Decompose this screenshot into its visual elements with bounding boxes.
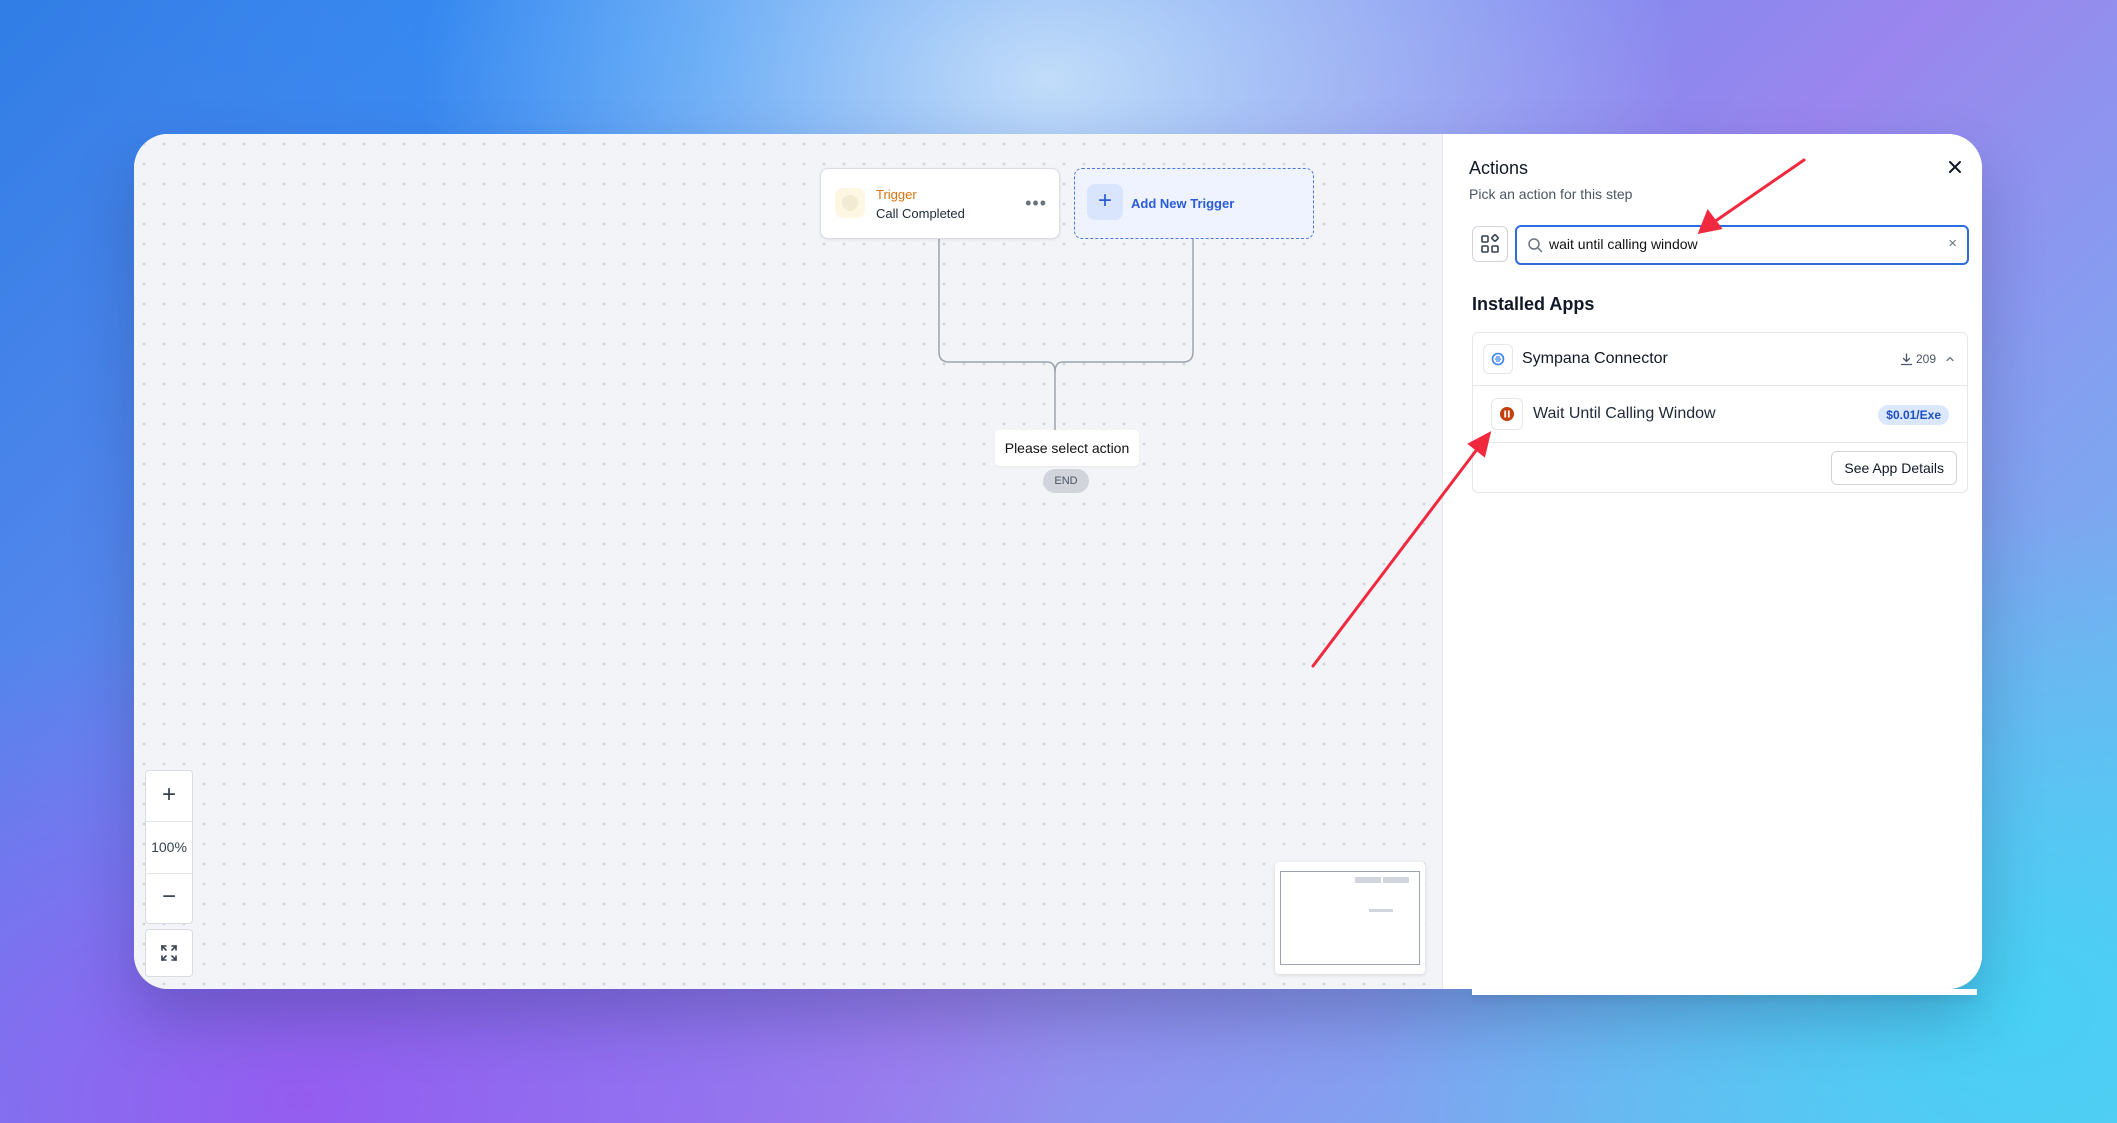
plus-icon: + — [161, 781, 176, 808]
action-name: Wait Until Calling Window — [1533, 405, 1716, 422]
search-icon — [1528, 238, 1543, 253]
minus-icon: − — [161, 883, 176, 910]
add-new-trigger-button[interactable]: + Add New Trigger — [1074, 168, 1314, 239]
trigger-event: Call Completed — [876, 206, 965, 221]
category-grid-button[interactable] — [1472, 226, 1508, 262]
workflow-canvas[interactable]: Trigger Call Completed ••• + Add New Tri… — [134, 134, 1443, 989]
minimap[interactable] — [1275, 862, 1425, 974]
minimap-viewport[interactable] — [1280, 871, 1420, 965]
zoom-in-button[interactable]: + — [146, 771, 192, 822]
search-input[interactable] — [1549, 227, 1929, 261]
action-item[interactable]: Wait Until Calling Window $0.01/Exe — [1473, 386, 1967, 443]
workflow-builder-window: Trigger Call Completed ••• + Add New Tri… — [134, 134, 1982, 989]
expand-icon — [161, 945, 177, 961]
action-icon — [1491, 398, 1523, 430]
price-badge: $0.01/Exe — [1878, 405, 1949, 425]
grid-icon — [1481, 234, 1499, 253]
close-icon[interactable] — [1944, 156, 1966, 178]
app-group-header[interactable]: Sympana Connector 209 — [1473, 333, 1967, 386]
see-app-details-button[interactable]: See App Details — [1831, 451, 1957, 485]
installed-apps-heading: Installed Apps — [1472, 294, 1595, 314]
trigger-node[interactable]: Trigger Call Completed ••• — [820, 168, 1060, 239]
end-badge: END — [1043, 469, 1089, 493]
panel-subtitle: Pick an action for this step — [1469, 186, 1633, 202]
app-name: Sympana Connector — [1522, 350, 1668, 367]
fit-view-button[interactable] — [145, 929, 193, 977]
action-search[interactable]: × — [1515, 225, 1969, 265]
zoom-out-button[interactable]: − — [146, 873, 192, 923]
app-install-count: 209 — [1916, 352, 1937, 366]
panel-title: Actions — [1469, 158, 1529, 178]
chevron-up-icon[interactable] — [1945, 354, 1955, 364]
app-logo — [1483, 344, 1513, 374]
plus-icon: + — [1087, 184, 1123, 220]
app-logo-icon — [1491, 352, 1505, 366]
trigger-title: Trigger — [876, 187, 917, 202]
actions-panel: Actions Pick an action for this step × — [1443, 134, 1982, 989]
minimap-node — [1369, 909, 1393, 912]
add-trigger-label: Add New Trigger — [1131, 196, 1235, 211]
minimap-node — [1383, 877, 1409, 883]
connector-lines — [938, 237, 1194, 430]
app-group: Sympana Connector 209 Wait Until Calling… — [1472, 332, 1968, 493]
trigger-app-icon — [835, 188, 865, 218]
clear-search-icon[interactable]: × — [1948, 235, 1957, 252]
pause-icon — [1500, 407, 1514, 421]
zoom-level: 100% — [146, 821, 192, 874]
download-icon — [1900, 353, 1913, 366]
zoom-controls: + 100% − — [145, 770, 193, 924]
more-horizontal-icon[interactable]: ••• — [1025, 193, 1047, 214]
panel-edge — [1472, 989, 1977, 995]
select-action-node[interactable]: Please select action — [995, 430, 1139, 466]
minimap-node — [1355, 877, 1381, 883]
